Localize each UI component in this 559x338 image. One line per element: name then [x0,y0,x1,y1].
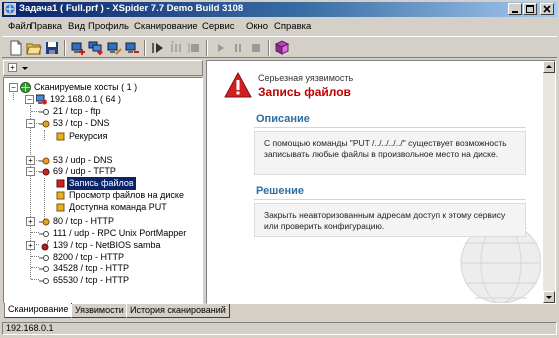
warning-square-icon [55,190,66,201]
network-globe-icon [20,82,31,93]
bottom-tabs: Сканирование Уязвимости История сканиров… [3,303,556,320]
add-host-icon[interactable] [70,40,86,56]
tree-collapse-toggle[interactable]: − [26,119,35,128]
vulnerability-detail-pane: Серьезная уязвимость Запись файлов Описа… [206,60,556,304]
xspider-app-icon [4,3,16,15]
description-heading: Описание [256,113,310,125]
solution-heading: Решение [256,185,304,197]
tree-service-label: 53 / tcp - DNS [53,118,110,128]
critical-square-icon [55,178,66,189]
close-button[interactable] [540,3,554,15]
menu-window[interactable]: Окно [246,21,268,32]
scroll-down-button[interactable] [543,291,555,303]
tree-collapse-toggle[interactable]: − [26,167,35,176]
tree-collapse-toggle[interactable]: − [9,83,18,92]
toolbar-separator [206,40,208,56]
toolbar-separator [268,40,270,56]
toolbar-separator [144,40,146,56]
tab-scan-history[interactable]: История сканирований [126,304,230,318]
tab-scanning[interactable]: Сканирование [4,303,73,318]
vertical-scrollbar[interactable] [543,61,555,303]
warning-square-icon [55,202,66,213]
expand-all-button[interactable]: + [8,63,17,72]
edit-host-icon[interactable] [106,40,122,56]
minimize-button[interactable] [508,3,522,15]
scanned-hosts-tree[interactable]: − Сканируемые хосты ( 1 ) − 192.168.0.1 … [3,77,203,304]
save-icon[interactable] [44,40,60,56]
menu-profile[interactable]: Профиль [88,21,129,32]
tree-expand-toggle[interactable]: + [26,241,35,250]
window-title: Задача1 ( Full.prf ) - XSpider 7.7 Demo … [19,3,244,14]
title-bar[interactable]: Задача1 ( Full.prf ) - XSpider 7.7 Demo … [2,2,557,17]
menu-file[interactable]: Файл [8,21,31,32]
port-critical-icon [39,166,50,177]
computer-alert-icon [35,94,47,105]
tab-vulnerabilities[interactable]: Уязвимости [71,304,128,318]
port-warning-icon [39,155,50,166]
resume-icon[interactable] [212,40,228,56]
section-divider [254,127,526,128]
warning-triangle-icon [224,72,252,98]
svg-text:?: ? [46,240,49,246]
tree-service-label: 65530 / tcp - HTTP [53,275,130,285]
tree-collapse-toggle[interactable]: − [25,95,34,104]
delete-host-icon[interactable] [124,40,140,56]
scroll-up-button[interactable] [543,61,555,73]
menu-help[interactable]: Справка [274,21,311,32]
pause-icon[interactable] [230,40,246,56]
tree-vulnerability-label: Доступна команда PUT [69,202,167,212]
open-folder-icon[interactable] [26,40,42,56]
port-open-icon [39,275,50,286]
info-square-icon [55,131,66,142]
add-hosts-icon[interactable] [88,40,104,56]
port-open-icon [39,106,50,117]
solution-text: Закрыть неавторизованным адресам доступ … [264,210,506,231]
port-open-icon [39,252,50,263]
menu-edit[interactable]: Правка [30,21,62,32]
tree-vulnerability-label: Рекурсия [69,131,108,141]
menu-service[interactable]: Сервис [202,21,235,32]
application-window: Задача1 ( Full.prf ) - XSpider 7.7 Demo … [0,0,559,338]
toolbar-separator [64,40,66,56]
start-scan-icon[interactable] [150,40,166,56]
main-toolbar [2,36,557,58]
description-box: С помощью команды "PUT /../../../../" су… [254,131,526,175]
tree-expand-toggle[interactable]: + [26,156,35,165]
scan-tree-pane: + − Сканируемые хосты (1) − 192.168.0.… [3,60,203,304]
generate-report-icon[interactable] [274,40,290,56]
description-text: С помощью команды "PUT /../../../../" су… [264,138,507,159]
menu-bar: Файл Правка Вид Профиль Сканирование Сер… [2,18,557,35]
status-bar: 192.168.0.1 [2,321,557,336]
stop-icon[interactable] [248,40,264,56]
solution-box: Закрыть неавторизованным адресам доступ … [254,203,526,237]
status-host-address: 192.168.0.1 [2,322,557,335]
start-selected-icon[interactable] [168,40,184,56]
stop-selected-icon[interactable] [186,40,202,56]
tree-expand-toggle[interactable]: + [26,217,35,226]
menu-view[interactable]: Вид [68,21,85,32]
maximize-button[interactable] [523,3,537,15]
chevron-down-icon[interactable] [21,63,29,75]
menu-scan[interactable]: Сканирование [134,21,198,32]
port-warning-icon [39,216,50,227]
section-divider [254,199,526,200]
port-open-icon [39,263,50,274]
severity-label: Серьезная уязвимость [258,73,354,83]
port-warning-icon [39,118,50,129]
tree-toolbar: + [3,60,203,76]
port-unknown-icon: ? [39,239,50,251]
globe-watermark-icon [460,222,541,303]
new-document-icon[interactable] [8,40,24,56]
port-open-icon [39,228,50,239]
vulnerability-title: Запись файлов [258,85,351,99]
